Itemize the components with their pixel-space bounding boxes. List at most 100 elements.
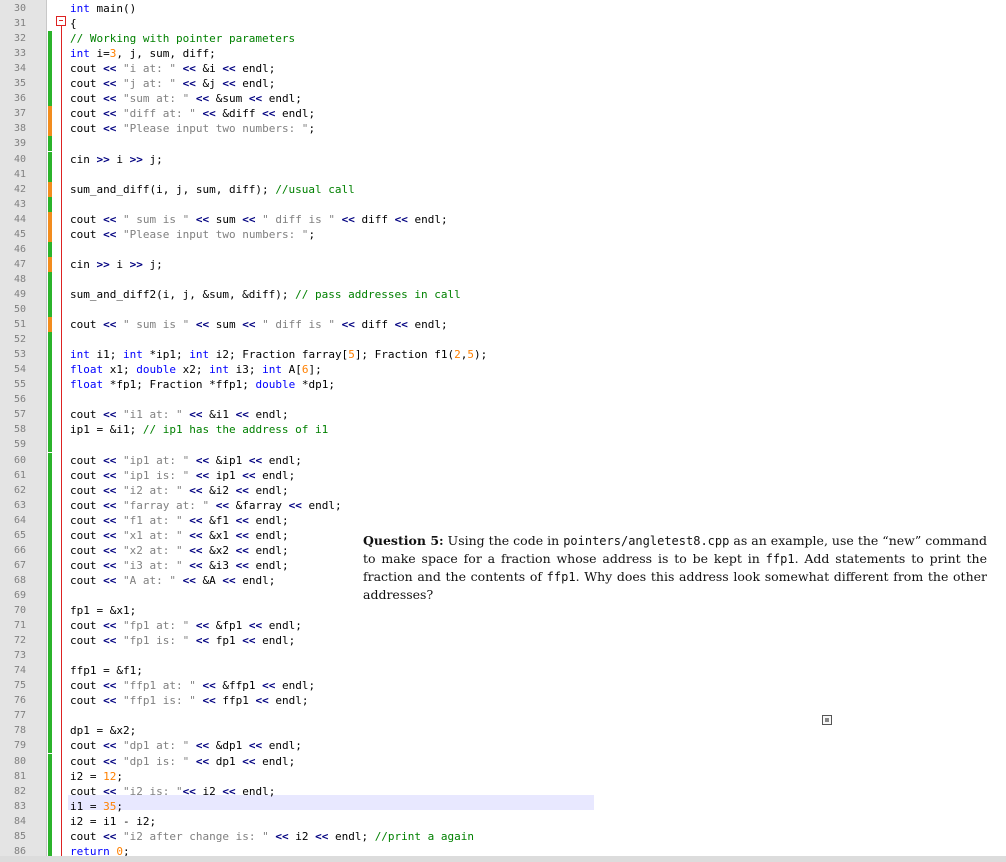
code-line[interactable]: 79 cout << "dp1 at: " << &dp1 << endl; xyxy=(0,738,1006,753)
code-line[interactable]: 39 xyxy=(0,136,1006,151)
code-text[interactable]: cout << "A at: " << &A << endl; xyxy=(70,573,275,588)
code-line[interactable]: 72 cout << "fp1 is: " << fp1 << endl; xyxy=(0,633,1006,648)
code-line[interactable]: 30 int main() xyxy=(0,1,1006,16)
code-text[interactable]: i2 = i1 - i2; xyxy=(70,814,156,829)
code-text[interactable]: cout << "sum at: " << &sum << endl; xyxy=(70,91,302,106)
code-text[interactable]: cout << "x2 at: " << &x2 << endl; xyxy=(70,543,289,558)
code-line[interactable]: 61 cout << "ip1 is: " << ip1 << endl; xyxy=(0,468,1006,483)
code-line[interactable]: 50 xyxy=(0,302,1006,317)
code-text[interactable]: i2 = 12; xyxy=(70,769,123,784)
code-line[interactable]: 53 int i1; int *ip1; int i2; Fraction far… xyxy=(0,347,1006,362)
code-line[interactable]: 52 xyxy=(0,332,1006,347)
code-text[interactable]: cout << "i1 at: " << &i1 << endl; xyxy=(70,407,289,422)
code-line[interactable]: 74 ffp1 = &f1; xyxy=(0,663,1006,678)
code-text[interactable]: cout << "i at: " << &i << endl; xyxy=(70,61,275,76)
code-text[interactable]: cout << "ip1 is: " << ip1 << endl; xyxy=(70,468,295,483)
code-text[interactable]: dp1 = &x2; xyxy=(70,723,136,738)
code-text[interactable]: float x1; double x2; int i3; int A[6]; xyxy=(70,362,322,377)
resize-handle-icon[interactable] xyxy=(822,715,832,725)
code-text[interactable]: float *fp1; Fraction *ffp1; double *dp1; xyxy=(70,377,335,392)
code-line[interactable]: 83 i1 = 35; xyxy=(0,799,1006,814)
code-line[interactable]: 55 float *fp1; Fraction *ffp1; double *dp… xyxy=(0,377,1006,392)
code-text[interactable]: cout << "farray at: " << &farray << endl… xyxy=(70,498,342,513)
code-line[interactable]: 49 sum_and_diff2(i, j, &sum, &diff); // p… xyxy=(0,287,1006,302)
line-number: 36 xyxy=(13,93,26,104)
code-line[interactable]: 33 int i=3, j, sum, diff; xyxy=(0,46,1006,61)
code-line[interactable]: 77 xyxy=(0,708,1006,723)
code-text[interactable]: cout << "x1 at: " << &x1 << endl; xyxy=(70,528,289,543)
code-line[interactable]: 41 xyxy=(0,167,1006,182)
code-text[interactable]: cout << "i2 after change is: " << i2 << … xyxy=(70,829,474,844)
code-text[interactable]: cout << "dp1 is: " << dp1 << endl; xyxy=(70,754,295,769)
code-text[interactable]: cin >> i >> j; xyxy=(70,152,163,167)
code-text[interactable]: // Working with pointer parameters xyxy=(70,31,295,46)
code-line[interactable]: 46 xyxy=(0,242,1006,257)
horizontal-scrollbar[interactable] xyxy=(0,856,1006,862)
code-text[interactable]: cin >> i >> j; xyxy=(70,257,163,272)
code-editor[interactable]: 30 int main() 31 {32 // Working with pointer… xyxy=(0,0,1006,862)
code-line[interactable]: 60 cout << "ip1 at: " << &ip1 << endl; xyxy=(0,453,1006,468)
code-line[interactable]: 84 i2 = i1 - i2; xyxy=(0,814,1006,829)
code-line[interactable]: 59 xyxy=(0,437,1006,452)
code-text[interactable]: cout << "f1 at: " << &f1 << endl; xyxy=(70,513,289,528)
code-text[interactable]: cout << "i3 at: " << &i3 << endl; xyxy=(70,558,289,573)
code-line[interactable]: 44 cout << " sum is " << sum << " diff is… xyxy=(0,212,1006,227)
code-text[interactable]: cout << "i2 at: " << &i2 << endl; xyxy=(70,483,289,498)
code-text[interactable]: int i1; int *ip1; int i2; Fraction farra… xyxy=(70,347,487,362)
code-line[interactable]: 62 cout << "i2 at: " << &i2 << endl; xyxy=(0,483,1006,498)
code-line[interactable]: 71 cout << "fp1 at: " << &fp1 << endl; xyxy=(0,618,1006,633)
code-text[interactable]: cout << "Please input two numbers: "; xyxy=(70,121,315,136)
code-text[interactable]: ip1 = &i1; // ip1 has the address of i1 xyxy=(70,422,328,437)
code-line[interactable]: 56 xyxy=(0,392,1006,407)
code-line[interactable]: 54 float x1; double x2; int i3; int A[6]; xyxy=(0,362,1006,377)
code-text[interactable]: cout << "fp1 is: " << fp1 << endl; xyxy=(70,633,295,648)
code-line[interactable]: 37 cout << "diff at: " << &diff << endl; xyxy=(0,106,1006,121)
code-line[interactable]: 82 cout << "i2 is: "<< i2 << endl; xyxy=(0,784,1006,799)
code-text[interactable]: i1 = 35; xyxy=(70,799,123,814)
code-line[interactable]: 63 cout << "farray at: " << &farray << en… xyxy=(0,498,1006,513)
code-line[interactable]: 70 fp1 = &x1; xyxy=(0,603,1006,618)
code-line[interactable]: 51 cout << " sum is " << sum << " diff is… xyxy=(0,317,1006,332)
code-line[interactable]: 57 cout << "i1 at: " << &i1 << endl; xyxy=(0,407,1006,422)
code-line[interactable]: 73 xyxy=(0,648,1006,663)
code-line[interactable]: 58 ip1 = &i1; // ip1 has the address of i… xyxy=(0,422,1006,437)
code-text[interactable]: cout << "diff at: " << &diff << endl; xyxy=(70,106,315,121)
code-text[interactable]: cout << "ffp1 is: " << ffp1 << endl; xyxy=(70,693,308,708)
code-line[interactable]: 34 cout << "i at: " << &i << endl; xyxy=(0,61,1006,76)
change-marker xyxy=(48,152,52,167)
code-line[interactable]: 40 cin >> i >> j; xyxy=(0,152,1006,167)
code-text[interactable]: cout << " sum is " << sum << " diff is "… xyxy=(70,317,448,332)
code-text[interactable]: ffp1 = &f1; xyxy=(70,663,143,678)
code-text[interactable]: int main() xyxy=(70,1,136,16)
code-text[interactable]: cout << "i2 is: "<< i2 << endl; xyxy=(70,784,275,799)
code-text[interactable]: cout << "dp1 at: " << &dp1 << endl; xyxy=(70,738,302,753)
code-line[interactable]: 42 sum_and_diff(i, j, sum, diff); //usual… xyxy=(0,182,1006,197)
code-line[interactable]: 36 cout << "sum at: " << &sum << endl; xyxy=(0,91,1006,106)
code-text[interactable]: cout << "j at: " << &j << endl; xyxy=(70,76,275,91)
code-text[interactable]: sum_and_diff(i, j, sum, diff); //usual c… xyxy=(70,182,355,197)
code-text[interactable]: int i=3, j, sum, diff; xyxy=(70,46,216,61)
code-line[interactable]: 76 cout << "ffp1 is: " << ffp1 << endl; xyxy=(0,693,1006,708)
code-line[interactable]: 81 i2 = 12; xyxy=(0,769,1006,784)
code-text[interactable]: cout << "fp1 at: " << &fp1 << endl; xyxy=(70,618,302,633)
code-text[interactable]: cout << "ip1 at: " << &ip1 << endl; xyxy=(70,453,302,468)
code-text[interactable]: cout << " sum is " << sum << " diff is "… xyxy=(70,212,448,227)
code-text[interactable]: { xyxy=(70,16,77,31)
code-line[interactable]: 64 cout << "f1 at: " << &f1 << endl; xyxy=(0,513,1006,528)
code-text[interactable]: fp1 = &x1; xyxy=(70,603,136,618)
code-line[interactable]: 43 xyxy=(0,197,1006,212)
code-line[interactable]: 48 xyxy=(0,272,1006,287)
code-line[interactable]: 85 cout << "i2 after change is: " << i2 <… xyxy=(0,829,1006,844)
code-line[interactable]: 38 cout << "Please input two numbers: "; xyxy=(0,121,1006,136)
code-text[interactable]: sum_and_diff2(i, j, &sum, &diff); // pas… xyxy=(70,287,461,302)
code-text[interactable]: cout << "Please input two numbers: "; xyxy=(70,227,315,242)
code-line[interactable]: 31 { xyxy=(0,16,1006,31)
code-line[interactable]: 75 cout << "ffp1 at: " << &ffp1 << endl; xyxy=(0,678,1006,693)
code-text[interactable]: cout << "ffp1 at: " << &ffp1 << endl; xyxy=(70,678,315,693)
code-line[interactable]: 47 cin >> i >> j; xyxy=(0,257,1006,272)
code-line[interactable]: 45 cout << "Please input two numbers: "; xyxy=(0,227,1006,242)
code-line[interactable]: 35 cout << "j at: " << &j << endl; xyxy=(0,76,1006,91)
code-line[interactable]: 80 cout << "dp1 is: " << dp1 << endl; xyxy=(0,754,1006,769)
code-line[interactable]: 78 dp1 = &x2; xyxy=(0,723,1006,738)
code-line[interactable]: 32 // Working with pointer parameters xyxy=(0,31,1006,46)
